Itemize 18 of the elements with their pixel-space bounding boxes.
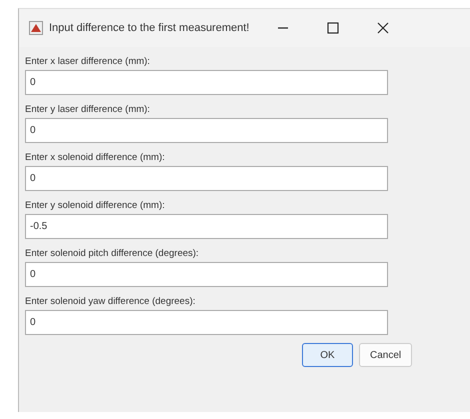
ok-button[interactable]: OK [302,343,353,367]
field-label: Enter y solenoid difference (mm): [25,200,165,211]
input-field[interactable]: 0 [25,70,388,95]
input-field[interactable]: 0 [25,166,388,191]
field-label: Enter y laser difference (mm): [25,104,150,115]
field-label: Enter x laser difference (mm): [25,56,150,67]
field-label: Enter x solenoid difference (mm): [25,152,165,163]
window-title: Input difference to the first measurement! [49,22,250,34]
maximize-icon[interactable] [327,22,340,34]
close-icon[interactable] [377,22,390,34]
input-field[interactable]: 0 [25,310,388,335]
field-label: Enter solenoid yaw difference (degrees): [25,296,196,307]
input-field[interactable]: 0 [25,118,388,143]
input-field[interactable]: -0.5 [25,214,388,239]
cancel-button[interactable]: Cancel [359,343,412,367]
app-icon [29,21,43,35]
field-label: Enter solenoid pitch difference (degrees): [25,248,199,259]
input-field[interactable]: 0 [25,262,388,287]
